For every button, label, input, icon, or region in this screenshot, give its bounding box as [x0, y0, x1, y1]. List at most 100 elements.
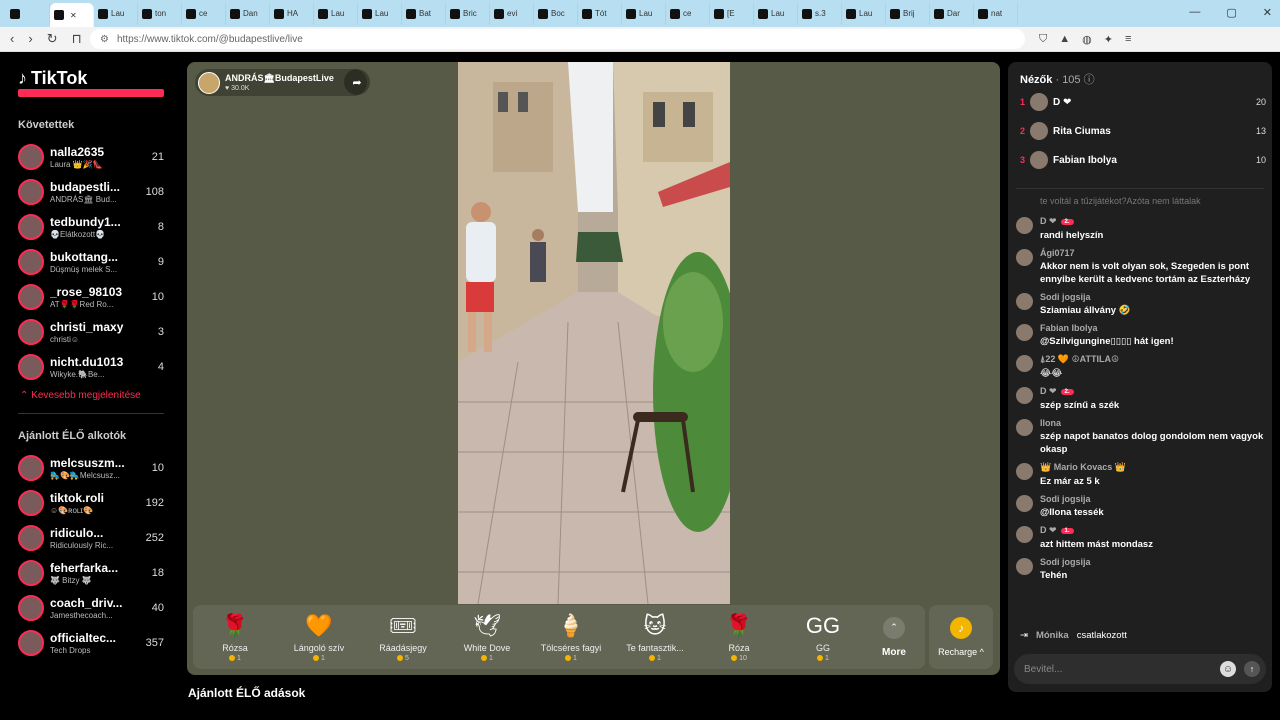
browser-tab[interactable]: Brij [886, 2, 930, 25]
avatar[interactable] [1016, 526, 1033, 543]
browser-tab[interactable]: Dar [930, 2, 974, 25]
viewers-header[interactable]: Nézők · 105 ⓘ [1020, 71, 1095, 87]
sidebar-user-2[interactable]: budapestli... ANDRÁS🏛 Bud... 108 [18, 174, 164, 209]
avatar[interactable] [1016, 387, 1033, 404]
avatar[interactable] [18, 629, 44, 656]
browser-tab[interactable]: evi [490, 2, 534, 25]
avatar[interactable] [18, 489, 44, 516]
sidebar-user-7[interactable]: nicht.du1013 Wikyke.🐘Be... 4 [18, 349, 164, 384]
avatar[interactable] [1016, 558, 1033, 575]
tiktok-logo[interactable]: ♪ TikTok [18, 68, 180, 89]
avatar[interactable] [1030, 93, 1048, 111]
avatar[interactable] [18, 454, 44, 481]
avatar[interactable] [1016, 495, 1033, 512]
gift-item[interactable]: 🌹 Rózsa 1 [193, 605, 277, 669]
avatar[interactable] [18, 594, 44, 621]
avatar[interactable] [1016, 293, 1033, 310]
avatar[interactable] [1030, 151, 1048, 169]
author-name[interactable]: D ❤ [1040, 386, 1057, 397]
reload-icon[interactable]: ↻ [47, 31, 58, 47]
host-avatar[interactable] [198, 71, 220, 94]
site-info-icon[interactable]: ⚙ [100, 34, 109, 45]
avatar[interactable] [18, 524, 44, 551]
top-viewer-row[interactable]: 2 Rita Ciumas 13 [1020, 122, 1266, 140]
menu-icon[interactable]: ≡ [1125, 33, 1131, 46]
browser-tab[interactable]: Lau [842, 2, 886, 25]
avatar[interactable] [1016, 463, 1033, 480]
browser-tab[interactable]: HA [270, 2, 314, 25]
browser-tab[interactable]: nat [974, 2, 1018, 25]
sidebar-user-4[interactable]: bukottang... Düşmüş melek S... 9 [18, 244, 164, 279]
host-info[interactable]: ANDRÁS🏛BudapestLive ♥ 30.0K [195, 69, 367, 96]
gift-item[interactable]: 🕊 White Dove 1 [445, 605, 529, 669]
avatar[interactable] [1016, 355, 1033, 372]
gift-item[interactable]: 🍦 Tölcséres fagyi 1 [529, 605, 613, 669]
avatar[interactable] [18, 283, 44, 310]
puzzle-icon[interactable]: ✦ [1104, 33, 1113, 46]
joined-user[interactable]: Mónika [1036, 630, 1069, 641]
live-video[interactable] [458, 62, 730, 604]
sidebar-user-3[interactable]: tedbundy1... 💀Elátkozott💀 8 [18, 209, 164, 244]
browser-tab[interactable]: ton [138, 2, 182, 25]
author-name[interactable]: Sodi jogsija [1040, 292, 1091, 302]
info-icon[interactable]: ⓘ [1084, 74, 1095, 86]
gift-item[interactable]: 🎟 Ráadásjegy 5 [361, 605, 445, 669]
close-window-icon[interactable]: ✕ [1263, 6, 1272, 19]
browser-tab[interactable]: Bat [402, 2, 446, 25]
recharge-button[interactable]: ♪ Recharge ^ [929, 605, 993, 669]
author-name[interactable]: 👑 Mario Kovacs 👑 [1040, 462, 1126, 473]
browser-tab[interactable] [6, 2, 50, 25]
author-name[interactable]: D ❤ [1040, 216, 1057, 227]
bookmark-icon[interactable]: ⊓ [72, 31, 82, 47]
avatar[interactable] [1016, 217, 1033, 234]
extension-icon[interactable]: ◍ [1082, 33, 1092, 46]
sidebar-user-5[interactable]: _rose_98103 AT🌹🌹Red Ro... 10 [18, 279, 164, 314]
share-button[interactable]: ➦ [344, 69, 370, 95]
author-name[interactable]: ⍋22 🧡 ☮ATTILA☮ [1040, 354, 1119, 365]
avatar[interactable] [1016, 249, 1033, 266]
sidebar-user-4[interactable]: feherfarka... 🐺 Bitzy 🐺 18 [18, 555, 164, 590]
gift-item[interactable]: GG GG 1 [781, 605, 865, 669]
gift-item[interactable]: 🧡 Lángoló szív 1 [277, 605, 361, 669]
browser-tab[interactable]: Bric [446, 2, 490, 25]
gift-item[interactable]: 🌹 Róza 10 [697, 605, 781, 669]
sidebar-user-6[interactable]: officialtec... Tech Drops 357 [18, 625, 164, 660]
browser-tab[interactable]: ce [182, 2, 226, 25]
browser-tab[interactable]: Lau [358, 2, 402, 25]
author-name[interactable]: Ági0717 [1040, 248, 1075, 258]
browser-tab-active[interactable]: ✕ [50, 3, 94, 27]
browser-tab[interactable]: Dan [226, 2, 270, 25]
url-field[interactable]: ⚙ https://www.tiktok.com/@budapestlive/l… [90, 29, 1025, 49]
avatar[interactable] [18, 353, 44, 380]
browser-tab[interactable]: Lau [754, 2, 798, 25]
shield-icon[interactable]: ⛉ [1039, 33, 1047, 46]
author-name[interactable]: Sodi jogsija [1040, 557, 1091, 567]
browser-tab[interactable]: Tót [578, 2, 622, 25]
avatar[interactable] [18, 213, 44, 240]
sidebar-user-1[interactable]: melcsuszm... 🛼🎨🛼Melcsusz... 10 [18, 450, 164, 485]
sidebar-user-5[interactable]: coach_driv... Jamesthecoach... 40 [18, 590, 164, 625]
browser-tab[interactable]: ce [666, 2, 710, 25]
browser-tab[interactable]: s.3 [798, 2, 842, 25]
avatar[interactable] [18, 318, 44, 345]
more-gifts-button[interactable]: ⌃ More [865, 605, 923, 669]
minimize-icon[interactable]: — [1189, 6, 1200, 19]
avatar[interactable] [18, 178, 44, 205]
author-name[interactable]: Fabian Ibolya [1040, 323, 1098, 333]
browser-tab[interactable]: Lau [314, 2, 358, 25]
author-name[interactable]: D ❤ [1040, 525, 1057, 536]
close-tab-icon[interactable]: ✕ [70, 11, 77, 20]
avatar[interactable] [1030, 122, 1048, 140]
avatar[interactable] [1016, 419, 1033, 436]
avatar[interactable] [1016, 324, 1033, 341]
back-icon[interactable]: ‹ [10, 31, 14, 47]
author-name[interactable]: Sodi jogsija [1040, 494, 1091, 504]
gift-item[interactable]: 🐱 Te fantasztik... 1 [613, 605, 697, 669]
maximize-icon[interactable]: ▢ [1226, 6, 1236, 19]
sidebar-user-3[interactable]: ridiculo... Ridiculously Ric... 252 [18, 520, 164, 555]
emoji-icon[interactable]: ☺ [1220, 661, 1236, 677]
sidebar-user-1[interactable]: nalla2635 Laura 👑🎉👠 21 [18, 139, 164, 174]
author-name[interactable]: Ilona [1040, 418, 1061, 428]
avatar[interactable] [18, 143, 44, 170]
browser-tab[interactable]: Lau [94, 2, 138, 25]
